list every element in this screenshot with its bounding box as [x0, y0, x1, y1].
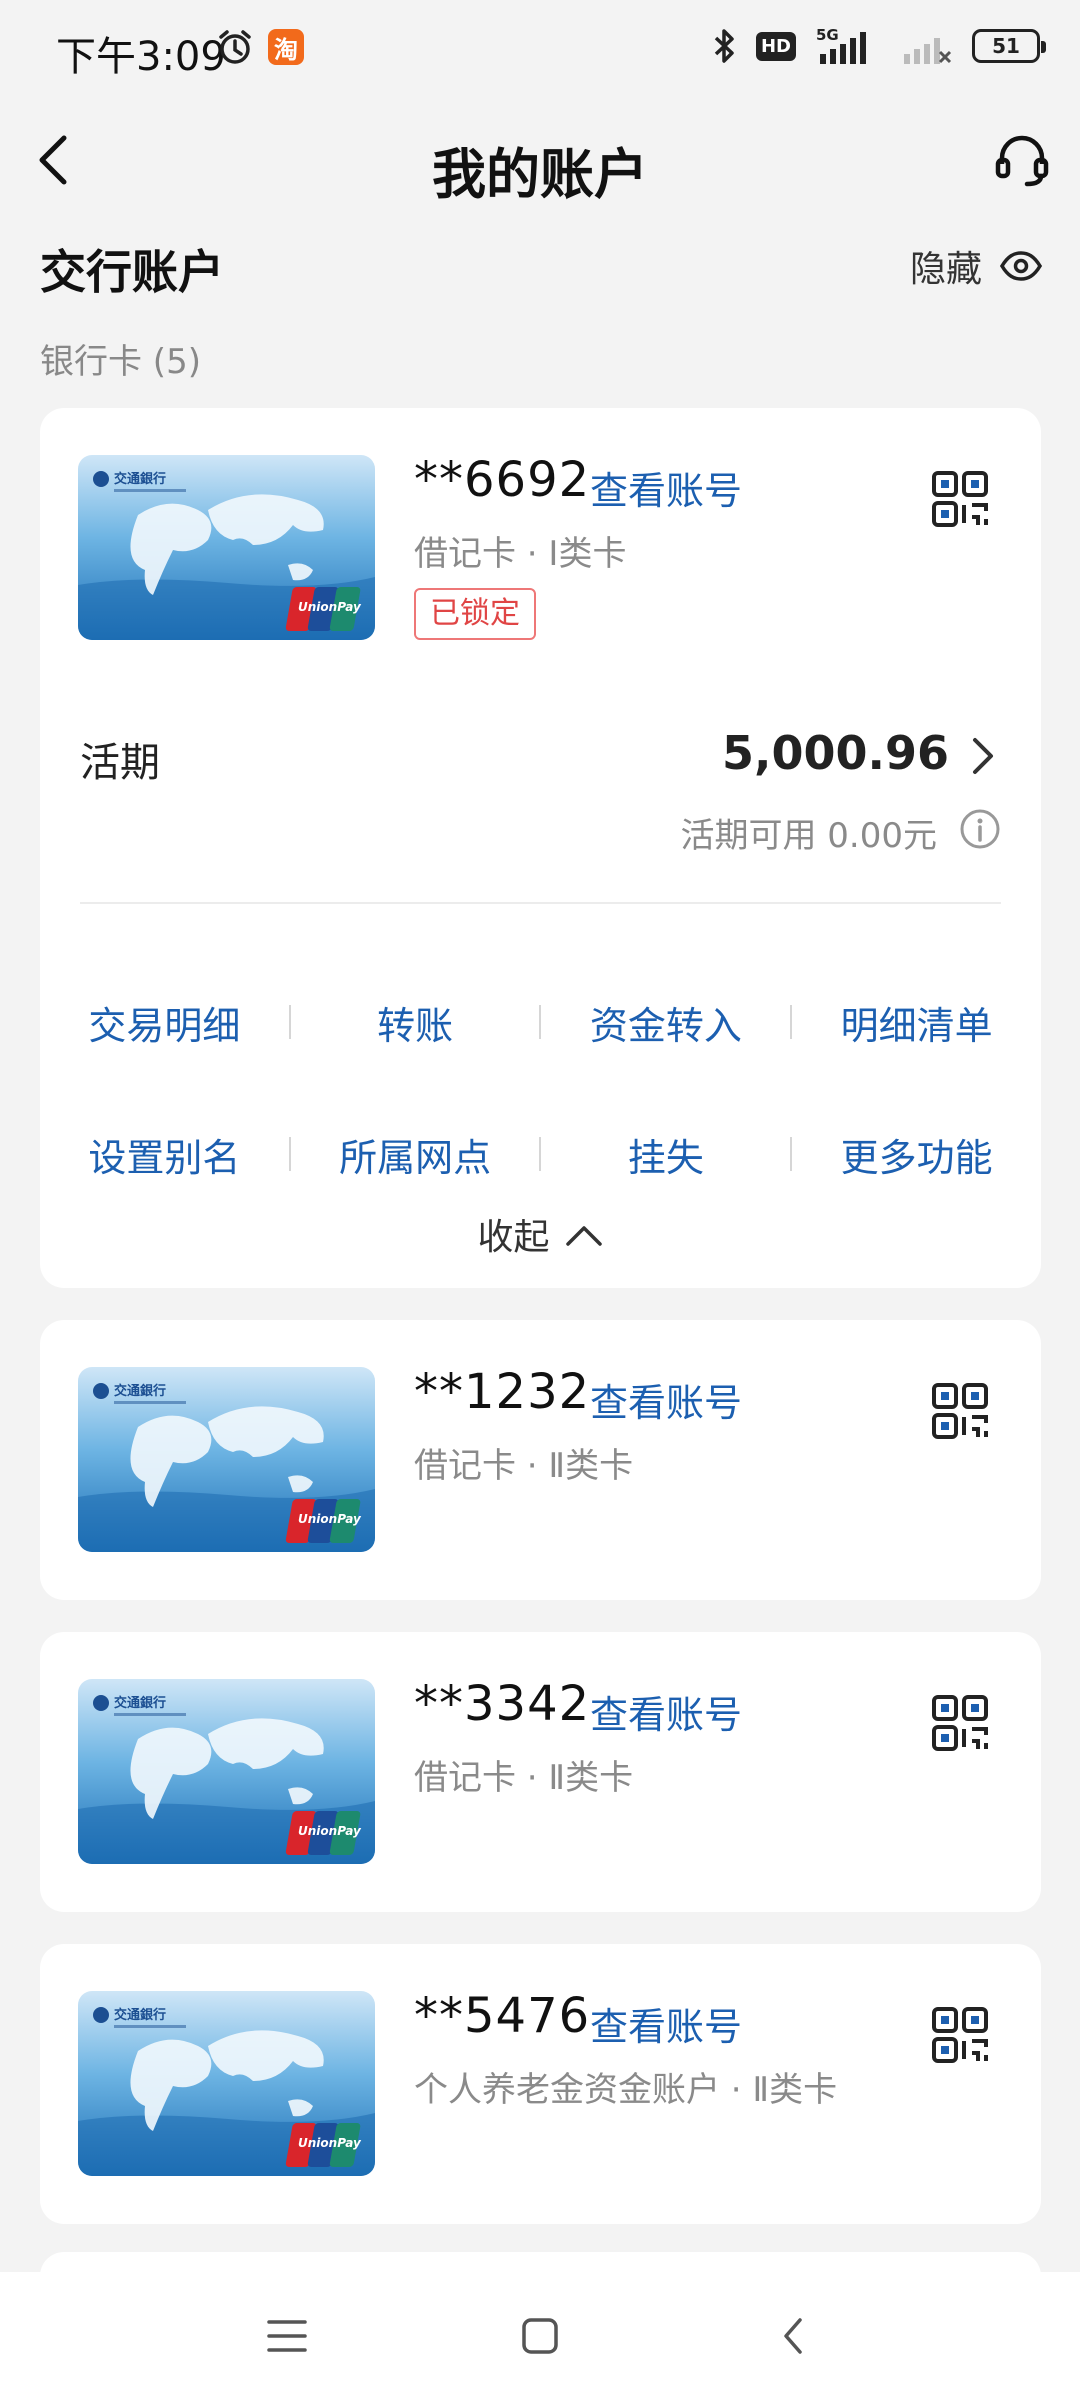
action-row-2: 设置别名 所属网点 挂失 更多功能 — [40, 1114, 1041, 1194]
chevron-right-icon[interactable] — [965, 734, 999, 778]
branch-button[interactable]: 所属网点 — [291, 1127, 540, 1182]
chevron-up-icon — [565, 1226, 602, 1246]
app-header: 我的账户 — [0, 100, 1080, 220]
view-account-number-link[interactable]: 查看账号 — [590, 460, 742, 515]
set-alias-button[interactable]: 设置别名 — [40, 1127, 289, 1182]
action-row-1: 交易明细 转账 资金转入 明细清单 — [40, 982, 1041, 1062]
statement-list-button[interactable]: 明细清单 — [792, 995, 1041, 1050]
section-title: 交行账户 — [40, 245, 224, 299]
account-number: **5476 — [414, 1988, 591, 2044]
hd-badge: HD — [755, 31, 796, 61]
available-balance: 活期可用 0.00元 — [680, 816, 937, 856]
account-card[interactable]: **1232 查看账号 借记卡 · Ⅱ类卡 — [40, 1320, 1041, 1600]
balance-amount[interactable]: 5,000.96 — [722, 726, 949, 780]
bank-card-image — [78, 455, 375, 640]
signal-no-sim-icon — [904, 38, 952, 64]
system-nav-bar — [0, 2272, 1080, 2400]
bank-card-image — [78, 1679, 375, 1864]
fund-transfer-in-button[interactable]: 资金转入 — [541, 995, 790, 1050]
collapse-label: 收起 — [477, 1217, 550, 1258]
menu-icon — [266, 2320, 307, 2352]
bank-card-count: 银行卡 (5) — [40, 342, 201, 382]
locked-badge: 已锁定 — [414, 588, 536, 640]
recent-apps-button[interactable] — [255, 2304, 319, 2368]
square-icon — [522, 2318, 558, 2354]
eye-icon — [1000, 251, 1042, 281]
view-account-number-link[interactable]: 查看账号 — [590, 1996, 742, 2051]
headset-icon — [995, 135, 1049, 187]
bluetooth-icon — [714, 29, 734, 63]
hide-balance-toggle[interactable]: 隐藏 — [910, 240, 1042, 292]
account-number: **1232 — [414, 1364, 591, 1420]
collapse-button[interactable]: 收起 — [40, 1208, 1041, 1260]
alarm-icon — [219, 30, 251, 64]
status-time: 下午3:09 — [56, 34, 226, 80]
account-card[interactable]: **6692 查看账号 借记卡 · Ⅰ类卡 已锁定 活期 5,000.96 活期… — [40, 408, 1041, 1288]
account-number: **6692 — [414, 452, 591, 508]
account-type: 借记卡 · Ⅱ类卡 — [414, 1446, 634, 1486]
bank-card-image — [78, 1991, 375, 2176]
nav-back-button[interactable] — [761, 2304, 825, 2368]
transfer-button[interactable]: 转账 — [291, 995, 540, 1050]
chevron-left-icon — [784, 2318, 803, 2354]
hide-label: 隐藏 — [909, 249, 982, 290]
status-bar: 下午3:09 淘 HD 5G 51 — [0, 0, 1080, 100]
customer-service-button[interactable] — [990, 128, 1054, 192]
transaction-details-button[interactable]: 交易明细 — [40, 995, 289, 1050]
taobao-app-icon: 淘 — [268, 29, 304, 65]
account-card[interactable]: **3342 查看账号 借记卡 · Ⅱ类卡 — [40, 1632, 1041, 1912]
qr-code-icon[interactable] — [931, 1382, 989, 1440]
home-button[interactable] — [508, 2304, 572, 2368]
account-number: **3342 — [414, 1676, 591, 1732]
qr-code-icon[interactable] — [931, 470, 989, 528]
battery-indicator: 51 — [972, 29, 1046, 63]
view-account-number-link[interactable]: 查看账号 — [590, 1372, 742, 1427]
more-functions-button[interactable]: 更多功能 — [792, 1127, 1041, 1182]
account-type: 借记卡 · Ⅰ类卡 — [414, 534, 627, 574]
divider — [80, 902, 1001, 904]
signal-5g-icon: 5G — [816, 26, 866, 64]
account-type: 个人养老金资金账户 · Ⅱ类卡 — [414, 2070, 838, 2110]
current-account-label: 活期 — [80, 740, 160, 786]
report-loss-button[interactable]: 挂失 — [541, 1127, 790, 1182]
svg-text:5G: 5G — [816, 26, 839, 44]
qr-code-icon[interactable] — [931, 1694, 989, 1752]
info-icon[interactable] — [959, 808, 1001, 850]
qr-code-icon[interactable] — [931, 2006, 989, 2064]
account-type: 借记卡 · Ⅱ类卡 — [414, 1758, 634, 1798]
bank-card-image — [78, 1367, 375, 1552]
view-account-number-link[interactable]: 查看账号 — [590, 1684, 742, 1739]
page-title: 我的账户 — [432, 143, 648, 206]
account-card[interactable]: **5476 查看账号 个人养老金资金账户 · Ⅱ类卡 — [40, 1944, 1041, 2224]
